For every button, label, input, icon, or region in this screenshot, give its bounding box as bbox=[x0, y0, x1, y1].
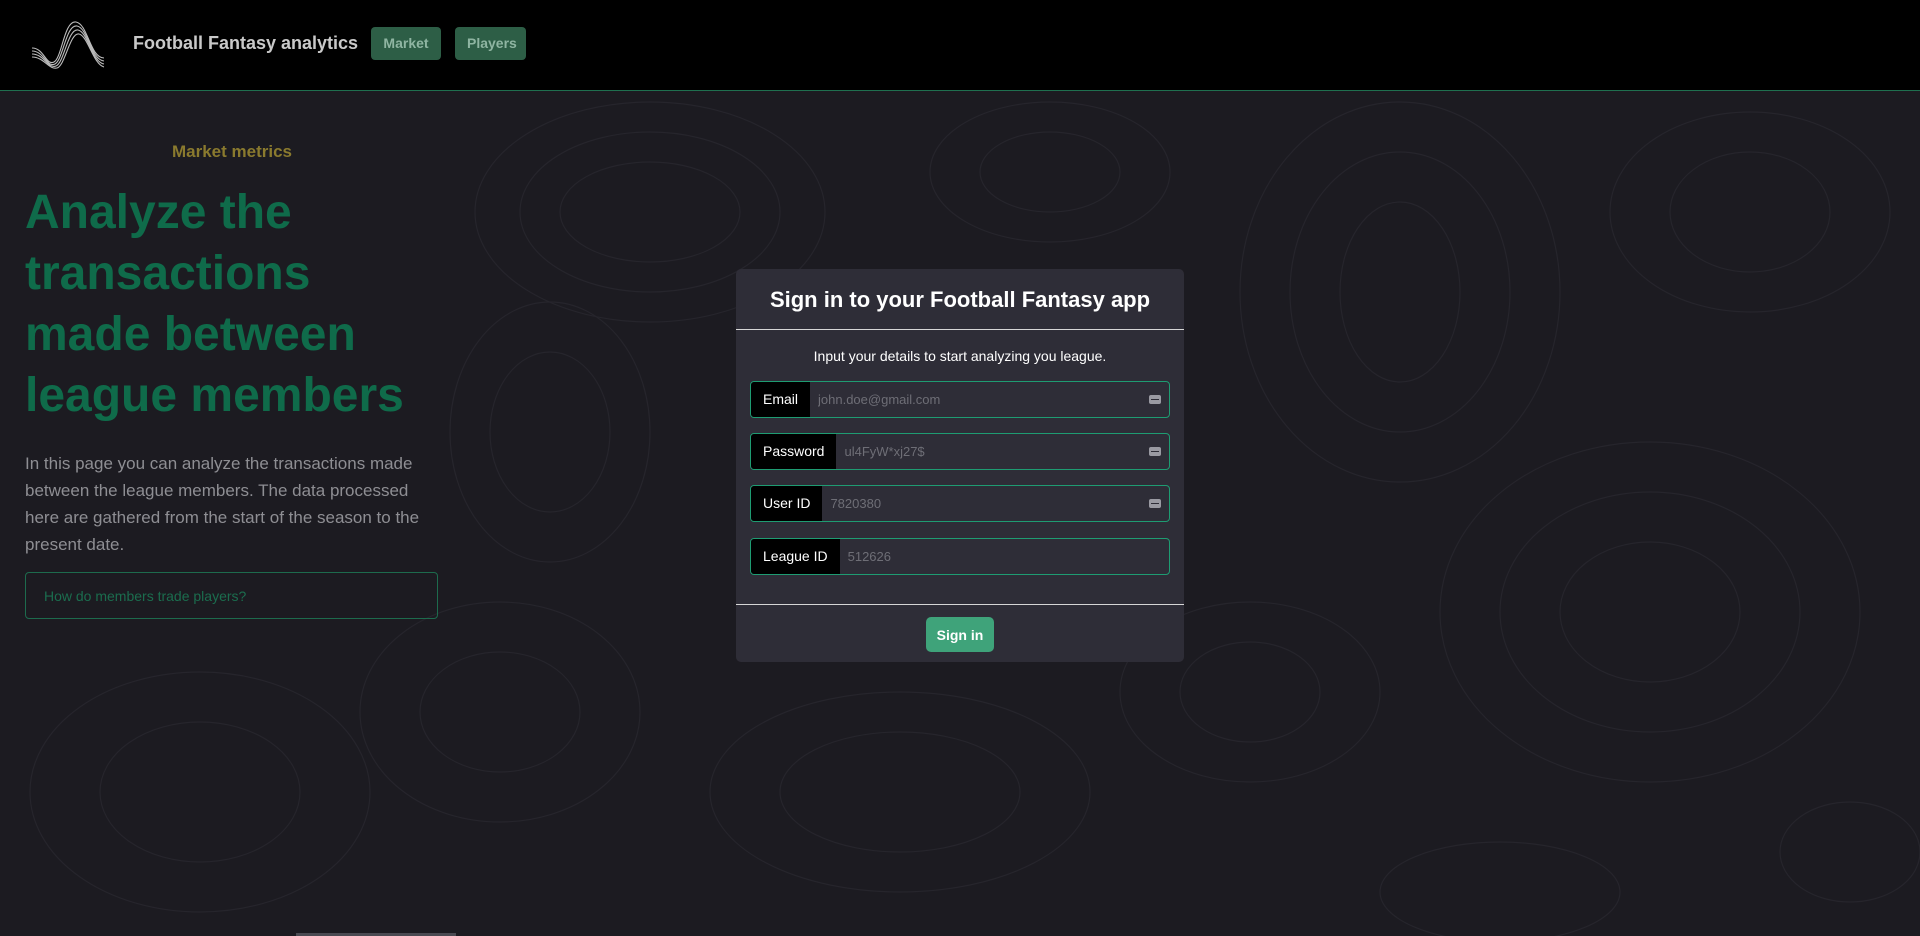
league-id-field: League ID bbox=[750, 538, 1170, 575]
brand-title[interactable]: Football Fantasy analytics bbox=[133, 33, 358, 54]
card-divider-bottom bbox=[736, 604, 1184, 605]
keyboard-autofill-icon[interactable] bbox=[1141, 486, 1169, 521]
user-id-input[interactable] bbox=[822, 486, 1141, 521]
nav-market-button[interactable]: Market bbox=[371, 27, 441, 60]
nav-players-button[interactable]: Players bbox=[455, 27, 526, 60]
wave-lines-logo-icon[interactable] bbox=[30, 18, 106, 70]
email-label: Email bbox=[751, 382, 811, 417]
password-field: Password bbox=[750, 433, 1170, 470]
top-navigation-bar: Football Fantasy analytics Market Player… bbox=[0, 0, 1920, 91]
signin-title: Sign in to your Football Fantasy app bbox=[769, 287, 1151, 312]
keyboard-autofill-icon[interactable] bbox=[1141, 382, 1169, 417]
card-divider-top bbox=[736, 329, 1184, 330]
trade-question-button[interactable]: How do members trade players? bbox=[25, 572, 438, 619]
password-input[interactable] bbox=[836, 434, 1141, 469]
hero-description: In this page you can analyze the transac… bbox=[25, 454, 420, 554]
hero-headline: Analyze the transactions made between le… bbox=[25, 186, 404, 422]
sign-in-button[interactable]: Sign in bbox=[926, 617, 994, 652]
email-field: Email bbox=[750, 381, 1170, 418]
user-id-label: User ID bbox=[751, 486, 823, 521]
signin-card: Sign in to your Football Fantasy app Inp… bbox=[736, 269, 1184, 662]
keyboard-autofill-icon[interactable] bbox=[1141, 434, 1169, 469]
hero-eyebrow: Market metrics bbox=[171, 142, 292, 161]
signin-subtitle: Input your details to start analyzing yo… bbox=[813, 348, 1107, 364]
league-id-label: League ID bbox=[751, 539, 840, 574]
league-id-input[interactable] bbox=[839, 539, 1169, 574]
user-id-field: User ID bbox=[750, 485, 1170, 522]
email-input[interactable] bbox=[810, 382, 1141, 417]
password-label: Password bbox=[751, 434, 837, 469]
